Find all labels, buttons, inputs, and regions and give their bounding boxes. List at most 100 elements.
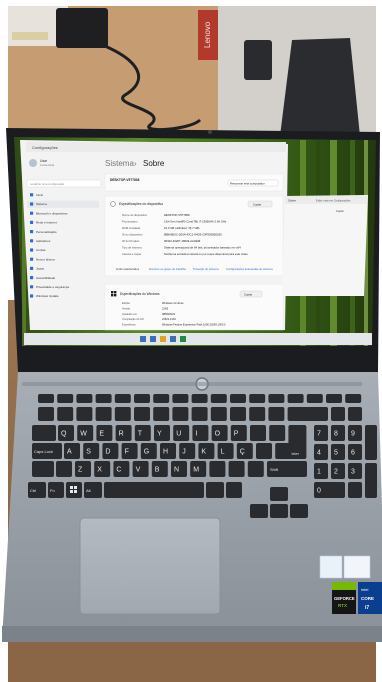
key[interactable] [228, 461, 245, 477]
key[interactable] [256, 443, 272, 459]
key[interactable] [153, 394, 170, 403]
key[interactable]: C [113, 461, 130, 477]
key[interactable] [206, 482, 224, 498]
key[interactable]: E [96, 425, 113, 441]
key[interactable] [249, 407, 266, 421]
key[interactable]: P [230, 425, 247, 441]
key[interactable]: D [102, 443, 119, 459]
key[interactable] [191, 394, 208, 403]
key[interactable] [172, 407, 189, 421]
sidebar-item[interactable]: Contas [30, 248, 46, 252]
key[interactable] [134, 394, 150, 403]
key[interactable] [226, 482, 242, 498]
key[interactable]: 9 [348, 425, 362, 441]
key[interactable] [191, 407, 208, 421]
sidebar-item[interactable]: Início [30, 193, 44, 197]
key[interactable]: J [179, 443, 196, 459]
key[interactable]: O [211, 425, 228, 441]
sidebar-item[interactable]: Privacidade e segurança [30, 285, 69, 289]
key[interactable]: S [83, 443, 100, 459]
key[interactable]: 4 [314, 444, 328, 460]
key[interactable] [104, 482, 204, 498]
key[interactable] [38, 394, 54, 403]
key[interactable]: 3 [348, 463, 362, 479]
key[interactable] [32, 461, 54, 477]
key[interactable] [95, 407, 112, 421]
key[interactable] [250, 425, 266, 441]
key[interactable] [249, 394, 266, 403]
key[interactable]: V [132, 461, 149, 477]
key[interactable]: 0 [314, 482, 345, 498]
key[interactable] [76, 394, 93, 403]
key[interactable] [314, 407, 328, 421]
related-link[interactable]: Configurações avançadas do sistema [226, 267, 273, 271]
key[interactable] [365, 425, 377, 460]
key[interactable] [210, 394, 227, 403]
key[interactable] [269, 425, 286, 441]
key[interactable]: Z [75, 461, 91, 477]
key[interactable]: 5 [331, 444, 345, 460]
key[interactable]: F [121, 443, 138, 459]
key[interactable] [268, 407, 285, 421]
key[interactable] [306, 394, 323, 403]
key[interactable]: L [217, 443, 234, 459]
key[interactable] [230, 407, 246, 421]
key[interactable] [247, 461, 264, 477]
key[interactable]: A [64, 443, 80, 459]
key[interactable] [153, 407, 170, 421]
key[interactable]: H [160, 443, 176, 459]
key[interactable] [250, 504, 268, 518]
key[interactable] [268, 394, 285, 403]
key[interactable] [270, 504, 288, 518]
key[interactable]: 7 [314, 425, 328, 441]
key[interactable]: N [171, 461, 187, 477]
key[interactable] [38, 407, 54, 421]
related-link[interactable]: Domínio ou grupo de trabalho [149, 267, 186, 271]
key[interactable] [270, 487, 288, 501]
key[interactable]: U [173, 425, 190, 441]
key[interactable] [32, 425, 56, 441]
key[interactable]: M [190, 461, 207, 477]
related-link[interactable]: Proteção do sistema [193, 267, 219, 271]
key[interactable] [172, 394, 189, 403]
key[interactable]: Ç [236, 443, 253, 459]
key[interactable]: 6 [348, 444, 362, 460]
key[interactable] [275, 443, 292, 459]
key[interactable] [230, 394, 246, 403]
key[interactable] [76, 407, 93, 421]
sidebar-item[interactable]: Sistema [27, 200, 99, 208]
key[interactable] [348, 407, 362, 421]
key[interactable]: K [198, 443, 215, 459]
key[interactable] [114, 394, 131, 403]
key[interactable] [95, 394, 112, 403]
key[interactable]: Y [154, 425, 170, 441]
key[interactable] [134, 407, 150, 421]
key[interactable]: I [192, 425, 209, 441]
key[interactable]: 8 [331, 425, 345, 441]
sidebar-item[interactable]: Bluetooth e dispositivos [30, 211, 68, 215]
key[interactable]: G [140, 443, 157, 459]
key[interactable]: 2 [331, 463, 345, 479]
key[interactable] [56, 461, 72, 477]
key[interactable] [210, 407, 227, 421]
key[interactable] [57, 394, 74, 403]
key[interactable]: W [77, 425, 94, 441]
key[interactable]: Q [58, 425, 74, 441]
key[interactable] [287, 394, 304, 403]
key[interactable] [348, 482, 362, 498]
key[interactable] [209, 461, 226, 477]
key[interactable] [114, 407, 131, 421]
key[interactable]: R [115, 425, 132, 441]
sidebar-item[interactable]: Jogos [30, 267, 45, 271]
key[interactable] [365, 463, 377, 498]
key[interactable] [326, 394, 342, 403]
touchpad[interactable] [79, 517, 221, 615]
key[interactable] [290, 504, 308, 518]
key[interactable] [345, 394, 362, 403]
key[interactable] [331, 407, 345, 421]
key[interactable]: 1 [314, 463, 328, 479]
key[interactable]: B [151, 461, 168, 477]
key[interactable]: T [134, 425, 151, 441]
key[interactable] [57, 407, 74, 421]
key[interactable]: X [94, 461, 111, 477]
